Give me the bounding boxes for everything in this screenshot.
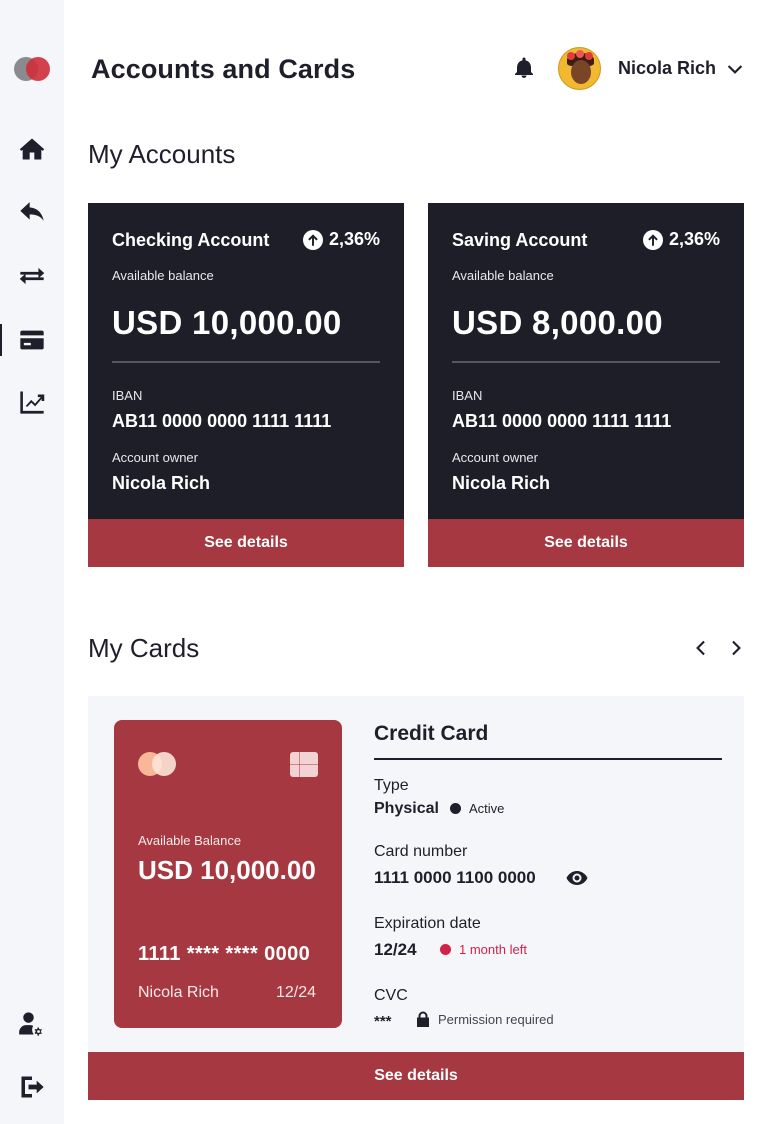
divider bbox=[112, 361, 380, 363]
sidebar-item-home[interactable] bbox=[0, 129, 64, 169]
credit-card-icon bbox=[20, 330, 44, 350]
cards-prev-button[interactable] bbox=[694, 640, 710, 656]
iban-value: AB11 0000 0000 1111 1111 bbox=[452, 411, 672, 431]
bell-icon bbox=[515, 57, 533, 78]
cards-section-title: My Cards bbox=[88, 633, 200, 663]
show-number-button[interactable] bbox=[566, 870, 588, 886]
card-balance: USD 10,000.00 bbox=[138, 855, 316, 885]
chevron-down-icon bbox=[727, 65, 743, 74]
account-name: Saving Account bbox=[452, 230, 588, 250]
account-growth: 2,36% bbox=[302, 229, 380, 250]
sidebar-item-reply[interactable] bbox=[0, 192, 64, 232]
sidebar-item-user-settings[interactable] bbox=[0, 1004, 64, 1044]
account-growth-value: 2,36% bbox=[328, 229, 380, 249]
divider bbox=[452, 361, 720, 363]
warning-dot-icon bbox=[440, 944, 451, 955]
logo-circle-right bbox=[26, 57, 50, 81]
card-expiry: 12/24 bbox=[275, 984, 316, 1001]
avatar-face bbox=[571, 60, 591, 84]
expiration-label: Expiration date bbox=[374, 915, 481, 932]
logout-icon bbox=[21, 1076, 44, 1098]
card-number-label: Card number bbox=[374, 843, 468, 860]
avatar-flower bbox=[567, 52, 575, 60]
account-balance: USD 8,000.00 bbox=[452, 304, 663, 341]
arrow-up-circle-icon bbox=[302, 229, 323, 250]
transfer-icon bbox=[19, 267, 45, 285]
reply-icon bbox=[20, 202, 44, 221]
brand-logo[interactable] bbox=[14, 57, 52, 81]
user-menu-toggle[interactable] bbox=[727, 60, 743, 76]
credit-card-visual[interactable]: Available Balance USD 10,000.00 1111 ***… bbox=[114, 720, 342, 1028]
account-balance: USD 10,000.00 bbox=[112, 304, 342, 341]
sidebar-item-logout[interactable] bbox=[0, 1067, 64, 1107]
cvc-permission: Permission required bbox=[416, 1011, 554, 1027]
sidebar-item-cards[interactable] bbox=[0, 320, 64, 360]
cvc-value: *** bbox=[374, 1013, 392, 1030]
card-brand-logo bbox=[138, 752, 178, 776]
divider bbox=[374, 758, 722, 760]
cvc-label: CVC bbox=[374, 987, 408, 1004]
accounts-section-title: My Accounts bbox=[88, 139, 236, 169]
owner-value: Nicola Rich bbox=[452, 473, 551, 493]
see-details-button[interactable]: See details bbox=[428, 519, 744, 567]
sidebar-item-analytics[interactable] bbox=[0, 382, 64, 422]
eye-icon bbox=[566, 871, 588, 885]
avatar[interactable] bbox=[558, 47, 601, 90]
type-status: Active bbox=[469, 801, 505, 816]
account-name: Checking Account bbox=[112, 230, 270, 250]
chart-line-icon bbox=[20, 391, 45, 414]
sidebar-item-transfer[interactable] bbox=[0, 256, 64, 296]
see-details-button[interactable]: See details bbox=[88, 519, 404, 567]
card-number-value: 1111 0000 1100 0000 bbox=[374, 868, 536, 887]
cvc-note: Permission required bbox=[438, 1011, 554, 1027]
home-icon bbox=[19, 138, 45, 160]
iban-value: AB11 0000 0000 1111 1111 bbox=[112, 411, 332, 431]
avatar-flower bbox=[585, 52, 593, 60]
balance-label: Available balance bbox=[452, 268, 554, 283]
cards-panel: Available Balance USD 10,000.00 1111 ***… bbox=[88, 696, 744, 1100]
account-growth: 2,36% bbox=[642, 229, 720, 250]
lock-icon bbox=[416, 1011, 430, 1027]
card-see-details-button[interactable]: See details bbox=[88, 1052, 744, 1100]
owner-label: Account owner bbox=[112, 450, 198, 465]
status-dot-icon bbox=[450, 803, 461, 814]
type-label: Type bbox=[374, 777, 409, 794]
card-holder: Nicola Rich bbox=[138, 984, 219, 1001]
arrow-up-circle-icon bbox=[642, 229, 663, 250]
expiration-value: 12/24 bbox=[374, 940, 417, 959]
type-value: Physical bbox=[374, 800, 439, 817]
card-balance-label: Available Balance bbox=[138, 833, 242, 848]
user-settings-icon bbox=[19, 1012, 42, 1036]
chevron-left-icon bbox=[696, 640, 705, 656]
expiration-badge: 1 month left bbox=[440, 942, 527, 957]
status-badge: Active bbox=[450, 801, 504, 816]
notifications-button[interactable] bbox=[512, 56, 536, 80]
account-card-saving: Saving Account 2,36% Available balance U… bbox=[428, 203, 744, 567]
balance-label: Available balance bbox=[112, 268, 214, 283]
user-name[interactable]: Nicola Rich bbox=[618, 58, 716, 79]
owner-label: Account owner bbox=[452, 450, 538, 465]
card-chip-icon bbox=[290, 752, 318, 777]
account-growth-value: 2,36% bbox=[668, 229, 720, 249]
cards-next-button[interactable] bbox=[727, 640, 743, 656]
iban-label: IBAN bbox=[452, 388, 483, 403]
sidebar bbox=[0, 0, 64, 1124]
card-masked-number: 1111 **** **** 0000 bbox=[138, 943, 311, 965]
card-details-title: Credit Card bbox=[374, 722, 489, 745]
page-title: Accounts and Cards bbox=[91, 54, 356, 84]
avatar-flower bbox=[576, 50, 584, 58]
iban-label: IBAN bbox=[112, 388, 143, 403]
expiration-note: 1 month left bbox=[459, 942, 527, 957]
chevron-right-icon bbox=[732, 640, 741, 656]
owner-value: Nicola Rich bbox=[112, 473, 211, 493]
account-card-checking: Checking Account 2,36% Available balance… bbox=[88, 203, 404, 567]
card-brand-circle-right bbox=[152, 752, 176, 776]
